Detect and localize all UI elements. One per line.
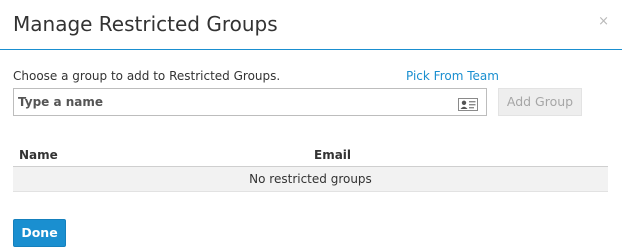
dialog-title: Manage Restricted Groups (13, 12, 278, 36)
name-input-container[interactable] (13, 88, 487, 116)
column-header-name: Name (19, 148, 58, 162)
column-header-email: Email (314, 148, 352, 162)
empty-state-row: No restricted groups (13, 167, 608, 192)
close-icon[interactable]: × (598, 14, 609, 30)
add-group-button[interactable]: Add Group (498, 88, 582, 116)
name-input[interactable] (18, 89, 448, 115)
dialog-header: Manage Restricted Groups × (0, 0, 622, 50)
done-button[interactable]: Done (13, 219, 66, 247)
pick-from-team-link[interactable]: Pick From Team (406, 69, 499, 83)
contact-card-icon[interactable] (458, 96, 478, 111)
manage-restricted-groups-dialog: Manage Restricted Groups × Choose a grou… (0, 0, 622, 252)
choose-group-label: Choose a group to add to Restricted Grou… (13, 69, 281, 83)
restricted-groups-table: Name Email No restricted groups (13, 145, 608, 192)
table-header: Name Email (13, 145, 608, 167)
